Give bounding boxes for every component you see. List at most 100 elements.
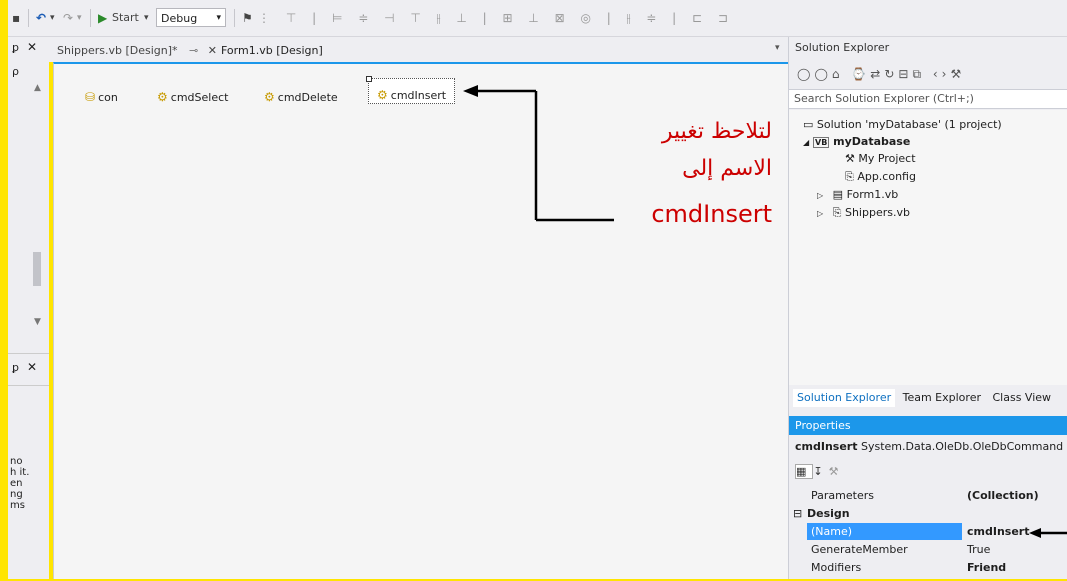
expand-icon[interactable]: ◢ — [803, 138, 809, 147]
start-dropdown-icon[interactable]: ▾ — [144, 8, 149, 28]
start-play-icon[interactable]: ▶ — [98, 8, 107, 28]
property-value: True — [967, 543, 991, 556]
start-button[interactable]: Start — [112, 8, 139, 28]
panel-title: Properties — [795, 419, 851, 432]
pending-changes-icon[interactable]: ⌚ — [851, 67, 870, 81]
expand-icon[interactable]: ▷ — [817, 191, 823, 200]
alphabetical-icon[interactable]: ↧ — [813, 465, 828, 478]
tree-item-app-config[interactable]: ⎘ App.config — [845, 168, 916, 186]
left-tool-window: ꝑ ✕ ρ ▲ ▼ ꝑ ✕ no h it. en ng ms — [8, 37, 49, 579]
show-all-files-icon[interactable]: ⧉ — [912, 67, 925, 81]
snippet-line: en — [10, 478, 23, 489]
property-row[interactable]: GenerateMember True — [789, 541, 1067, 558]
tree-item-shippers[interactable]: ▷ ⎘ Shippers.vb — [817, 204, 910, 222]
search-icon[interactable]: ρ — [12, 65, 19, 78]
annotation-line-3: cmdInsert — [651, 200, 772, 228]
close-icon[interactable]: ✕ — [27, 40, 37, 54]
properties-toolbar: ▦↧⚒ — [795, 464, 845, 479]
tree-label: Form1.vb — [846, 188, 899, 201]
wrench-icon: ⚒ — [845, 152, 855, 165]
property-value[interactable]: cmdInsert — [967, 523, 1029, 540]
save-all-icon[interactable]: ▪ — [12, 8, 20, 28]
snippet-line: h it. — [10, 467, 30, 478]
tree-label: My Project — [858, 152, 916, 165]
tab-team-explorer[interactable]: Team Explorer — [899, 389, 985, 407]
properties-header: Properties — [789, 416, 1067, 435]
search-placeholder: Search Solution Explorer (Ctrl+;) — [794, 92, 974, 105]
annotation-line-1: لتلاحظ تغيير — [661, 119, 772, 144]
config-file-icon: ⎘ — [845, 170, 854, 183]
pin-icon[interactable]: ⊸ — [189, 44, 198, 57]
close-icon[interactable]: ✕ — [208, 44, 217, 57]
pin-icon[interactable]: ꝑ — [12, 361, 19, 374]
tab-form1-design[interactable]: Form1.vb [Design] — [217, 42, 327, 59]
property-value: Friend — [967, 561, 1007, 574]
tree-item-my-project[interactable]: ⚒ My Project — [845, 150, 916, 168]
tree-item-solution[interactable]: ▭ Solution 'myDatabase' (1 project) — [803, 116, 1002, 134]
category-name: Design — [807, 507, 850, 520]
collapse-all-icon[interactable]: ⊟ — [898, 67, 912, 81]
toolbar-separator — [28, 9, 29, 27]
expand-icon[interactable]: ▷ — [817, 209, 823, 218]
categorized-icon[interactable]: ▦ — [795, 464, 814, 479]
tab-shippers-design[interactable]: Shippers.vb [Design]* ⊸ ✕ — [53, 42, 221, 59]
close-icon[interactable]: ✕ — [27, 360, 37, 374]
tree-label: Solution 'myDatabase' (1 project) — [816, 118, 1002, 131]
tree-item-form1[interactable]: ▷ ▤ Form1.vb — [817, 186, 898, 204]
view-code-icon[interactable]: ‹› — [933, 67, 951, 81]
collapse-icon[interactable]: ⊟ — [793, 505, 802, 522]
find-icon[interactable]: ⚑ — [242, 8, 253, 28]
annotation-arrow-small — [1029, 528, 1067, 538]
layout-toolbar-icons: ⋮ ⊤ | ⊨ ≑ ⊣ ⊤ ⫲ ⊥ | ⊞ ⊥ ⊠ ◎ | ⫲ ≑ | ⊏ ⊐ — [258, 11, 734, 25]
property-value: (Collection) — [967, 489, 1039, 502]
search-box[interactable]: Search Solution Explorer (Ctrl+;) — [789, 89, 1067, 109]
tab-label: Shippers.vb [Design]* — [57, 44, 178, 57]
property-row[interactable]: Parameters (Collection) — [789, 487, 1067, 504]
redo-dropdown-icon[interactable]: ▾ — [77, 8, 82, 28]
panel-tab-strip: Solution Explorer Team Explorer Class Vi… — [793, 389, 1067, 407]
home-icon[interactable]: ⌂ — [832, 67, 844, 81]
description-snippet: no h it. en ng ms — [10, 456, 29, 511]
toolbar: ▪ ↶ ▾ ↷ ▾ ▶ Start ▾ Debug ▾ ⚑ ⋮ ⊤ | ⊨ ≑ … — [8, 0, 1067, 37]
pin-icon[interactable]: ꝑ — [12, 41, 19, 54]
tab-class-view[interactable]: Class View — [988, 389, 1055, 407]
property-row-selected[interactable]: (Name) cmdInsert — [789, 523, 1067, 540]
tab-solution-explorer[interactable]: Solution Explorer — [793, 389, 896, 407]
annotation-line-2: الاسم إلى — [682, 156, 772, 181]
tree-label: Shippers.vb — [844, 206, 910, 219]
scroll-down-icon[interactable]: ▼ — [34, 317, 41, 327]
toolbar-separator — [234, 9, 235, 27]
property-pages-icon[interactable]: ⚒ — [829, 465, 845, 478]
properties-icon[interactable]: ⚒ — [950, 67, 965, 81]
property-row[interactable]: Modifiers Friend — [789, 559, 1067, 576]
tab-list-dropdown-icon[interactable]: ▾ — [775, 43, 780, 53]
property-name: GenerateMember — [811, 543, 908, 556]
scroll-up-icon[interactable]: ▲ — [34, 83, 41, 93]
refresh-icon[interactable]: ↻ — [884, 67, 898, 81]
tab-label: Form1.vb [Design] — [221, 44, 323, 57]
scrollbar-thumb[interactable] — [33, 252, 41, 286]
undo-icon[interactable]: ↶ — [36, 8, 46, 28]
property-category[interactable]: ⊟ Design — [789, 505, 1067, 522]
solution-explorer-toolbar: ◯◯⌂ ⌚⇄↻⊟⧉ ‹›⚒ — [797, 67, 965, 82]
chevron-down-icon[interactable]: ▾ — [216, 9, 221, 28]
property-name: Modifiers — [811, 561, 862, 574]
tree-label: myDatabase — [833, 135, 911, 148]
sync-icon[interactable]: ⇄ — [870, 67, 884, 81]
properties-object-selector[interactable]: cmdInsert System.Data.OleDb.OleDbCommand — [795, 440, 1063, 453]
tree-item-project[interactable]: ◢ VB myDatabase — [803, 133, 910, 151]
panel-divider — [8, 385, 49, 386]
property-name: (Name) — [807, 523, 962, 540]
configuration-value: Debug — [161, 12, 198, 25]
component-tray: ⛁ con ⚙ cmdSelect ⚙ cmdDelete ⚙ cmdInsert لت… — [53, 62, 788, 579]
redo-icon[interactable]: ↷ — [63, 8, 73, 28]
configuration-select[interactable]: Debug ▾ — [156, 8, 226, 27]
document-tab-bar: Shippers.vb [Design]* ⊸ ✕ Form1.vb [Desi… — [49, 37, 788, 62]
undo-dropdown-icon[interactable]: ▾ — [50, 8, 55, 28]
component-file-icon: ⎘ — [832, 206, 842, 219]
property-name: Parameters — [811, 489, 874, 502]
solution-explorer-panel: Solution Explorer ◯◯⌂ ⌚⇄↻⊟⧉ ‹›⚒ Search S… — [788, 37, 1067, 579]
forward-icon[interactable]: ◯ — [814, 67, 831, 81]
back-icon[interactable]: ◯ — [797, 67, 814, 81]
form-icon: ▤ — [832, 188, 844, 201]
